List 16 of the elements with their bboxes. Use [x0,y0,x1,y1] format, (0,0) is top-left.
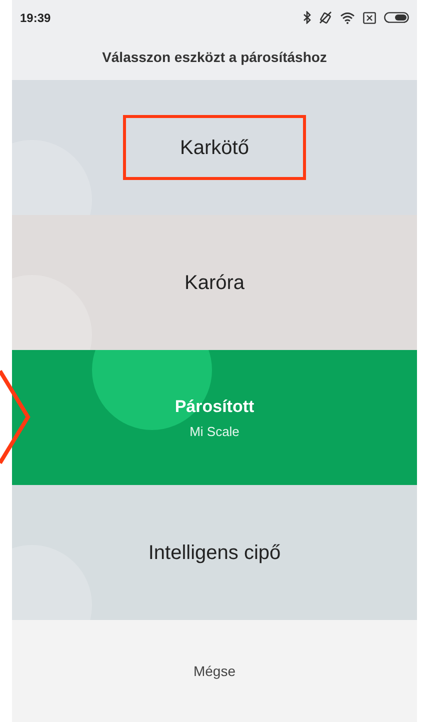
no-sim-icon [363,12,376,24]
bluetooth-icon [303,11,311,24]
battery-icon [384,12,409,23]
device-option[interactable]: Intelligens cipő [12,485,417,620]
cancel-button[interactable]: Mégse [177,652,252,690]
wifi-icon [340,12,355,24]
screen-title: Válasszon eszközt a párosításhoz [102,48,327,67]
device-option[interactable]: Karkötő [12,80,417,215]
device-option[interactable]: Karóra [12,215,417,350]
device-name: Karkötő [180,136,249,160]
device-subtitle: Mi Scale [190,422,240,440]
device-name: Párosított [174,396,254,418]
device-name: Intelligens cipő [148,540,281,566]
device-name: Karóra [184,270,245,296]
status-time: 19:39 [20,10,51,26]
vibrate-off-icon [319,11,332,24]
